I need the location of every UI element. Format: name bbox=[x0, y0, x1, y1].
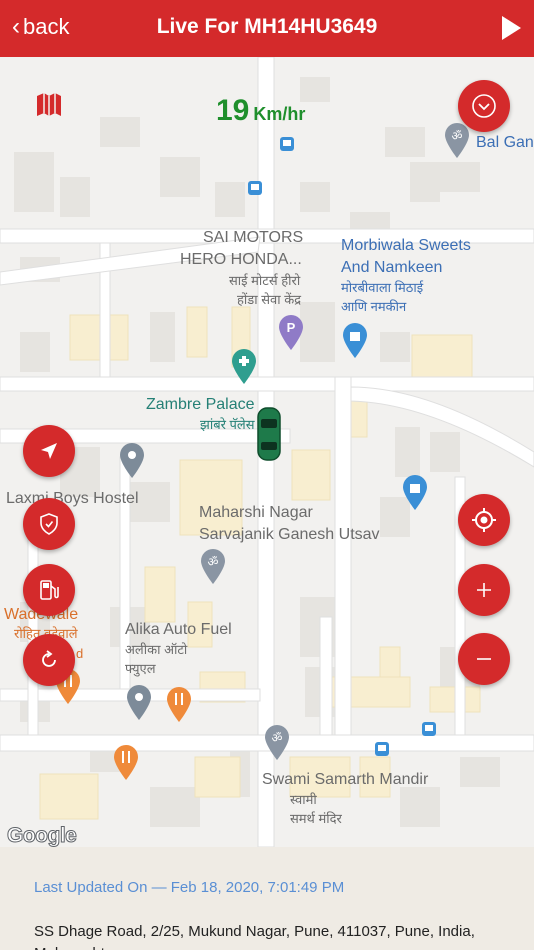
svg-text:ॐ: ॐ bbox=[208, 555, 219, 569]
svg-text:ॐ: ॐ bbox=[272, 731, 283, 745]
zoom-out-button[interactable] bbox=[458, 633, 510, 685]
label-sai-motors-2: HERO HONDA... bbox=[180, 251, 302, 268]
restaurant-pin-icon-2[interactable] bbox=[166, 687, 192, 723]
collapse-icon bbox=[472, 94, 496, 118]
google-logo: Google bbox=[6, 824, 77, 848]
navigate-icon bbox=[41, 443, 57, 459]
fuel-button[interactable] bbox=[23, 564, 75, 616]
label-sai-motors-hi-1: साई मोटर्स हीरो bbox=[229, 273, 301, 288]
label-sai-motors-1: SAI MOTORS bbox=[203, 229, 304, 246]
temple-pin-icon-3[interactable]: ॐ bbox=[264, 725, 290, 761]
fuel-icon bbox=[40, 580, 59, 600]
label-swami-hi-1: स्वामी bbox=[290, 792, 317, 807]
temple-pin-icon-2[interactable]: ॐ bbox=[200, 549, 226, 585]
play-icon[interactable] bbox=[500, 15, 522, 41]
svg-text:P: P bbox=[287, 320, 296, 335]
svg-text:ॐ: ॐ bbox=[452, 129, 463, 143]
info-panel: Last Updated On — Feb 18, 2020, 7:01:49 … bbox=[0, 847, 534, 950]
label-alika-hi-2: फ्युएल bbox=[125, 661, 156, 676]
label-alika-hi-1: अलीका ऑटो bbox=[125, 642, 188, 657]
top-bar: ‹ back Live For MH14HU3649 bbox=[0, 0, 534, 57]
label-laxmi-hostel: Laxmi Boys Hostel bbox=[6, 490, 139, 507]
refresh-button[interactable] bbox=[23, 634, 75, 686]
shopping-pin-icon-2[interactable] bbox=[402, 475, 428, 511]
page-title: Live For MH14HU3649 bbox=[156, 15, 378, 38]
address-text: SS Dhage Road, 2/25, Mukund Nagar, Pune,… bbox=[34, 923, 475, 950]
last-updated-text: Last Updated On — Feb 18, 2020, 7:01:49 … bbox=[34, 879, 345, 896]
locate-button[interactable] bbox=[458, 494, 510, 546]
place-pin-icon[interactable] bbox=[119, 443, 145, 479]
label-morbiwala-hi-1: मोरबीवाला मिठाई bbox=[341, 280, 424, 295]
label-morbiwala-hi-2: आणि नमकीन bbox=[341, 299, 407, 314]
label-zambre-hi: झांबरे पॅलेस bbox=[200, 417, 255, 432]
zoom-out-icon bbox=[477, 658, 491, 660]
collapse-button[interactable] bbox=[458, 80, 510, 132]
shopping-pin-icon[interactable] bbox=[342, 323, 368, 359]
temple-pin-icon[interactable]: ॐ bbox=[444, 123, 470, 159]
label-zambre: Zambre Palace bbox=[146, 396, 255, 413]
map-icon[interactable] bbox=[36, 93, 62, 117]
locate-icon bbox=[472, 508, 496, 532]
security-button[interactable] bbox=[23, 498, 75, 550]
label-alika: Alika Auto Fuel bbox=[125, 621, 232, 638]
label-morbiwala-2: And Namkeen bbox=[341, 259, 443, 276]
speed-unit: Km/hr bbox=[253, 104, 306, 124]
speed-value: 19 bbox=[216, 94, 250, 127]
refresh-icon bbox=[42, 650, 56, 667]
label-maharshi-2: Sarvajanik Ganesh Utsav bbox=[199, 526, 380, 543]
parking-pin-icon[interactable]: P bbox=[278, 315, 304, 351]
label-sai-motors-hi-2: होंडा सेवा केंद्र bbox=[237, 292, 302, 307]
place-pin-icon-2[interactable] bbox=[126, 685, 152, 721]
shield-icon bbox=[40, 513, 58, 535]
label-wadewale-hi-2: d bbox=[76, 646, 84, 661]
speed-readout: 19 Km/hr bbox=[216, 94, 305, 128]
vehicle-icon[interactable] bbox=[256, 407, 282, 461]
map-view[interactable]: 19 Km/hr ॐ P ॐ ॐ Bal Gan SAI MOTORS HERO… bbox=[0, 57, 534, 847]
label-maharshi-1: Maharshi Nagar bbox=[199, 504, 313, 521]
zoom-in-icon bbox=[477, 583, 491, 597]
zoom-in-button[interactable] bbox=[458, 564, 510, 616]
label-swami-hi-2: समर्थ मंदिर bbox=[290, 811, 342, 826]
label-swami: Swami Samarth Mandir bbox=[262, 771, 429, 788]
label-bal-gan: Bal Gan bbox=[476, 134, 534, 151]
label-morbiwala-1: Morbiwala Sweets bbox=[341, 237, 471, 254]
navigate-button[interactable] bbox=[23, 425, 75, 477]
restaurant-pin-icon-3[interactable] bbox=[113, 745, 139, 781]
hospital-pin-icon[interactable] bbox=[231, 349, 257, 385]
